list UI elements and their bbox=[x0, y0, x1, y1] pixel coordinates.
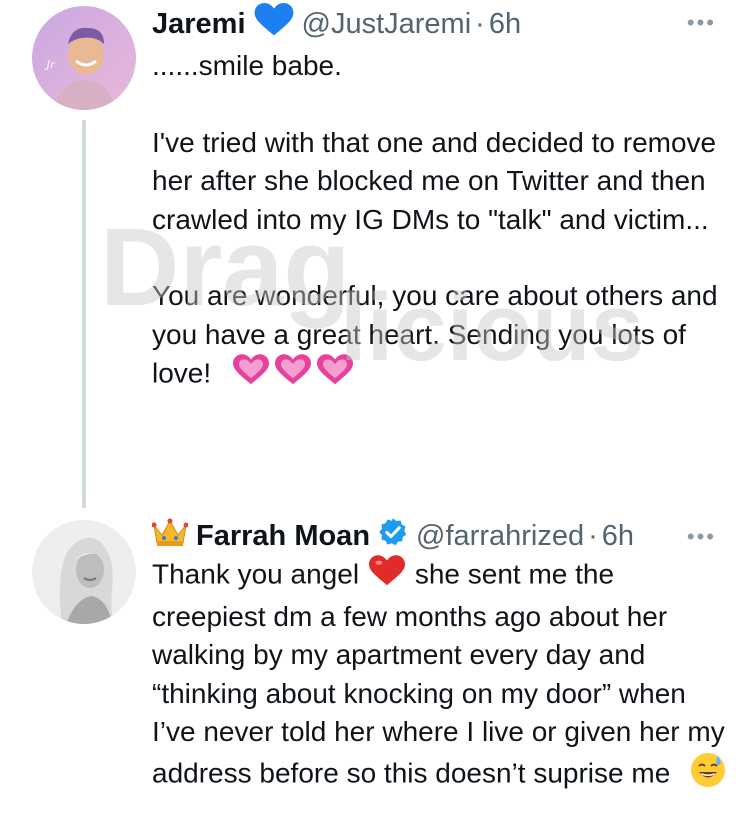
separator-dot: · bbox=[475, 7, 485, 40]
pink-heart-icon bbox=[316, 354, 353, 397]
svg-text:Jr: Jr bbox=[44, 60, 56, 71]
tweet-text: Thank you angel she sent me the creepies… bbox=[152, 555, 727, 798]
pink-heart-icon bbox=[274, 354, 311, 397]
separator-dot: · bbox=[588, 519, 598, 552]
verified-badge-icon bbox=[378, 517, 408, 555]
timestamp[interactable]: 6h bbox=[602, 520, 634, 553]
avatar[interactable]: Jr bbox=[32, 6, 136, 110]
more-options-icon[interactable]: ••• bbox=[687, 524, 716, 550]
pink-heart-icon bbox=[232, 354, 269, 397]
blue-heart-icon bbox=[254, 3, 294, 45]
red-heart-icon bbox=[368, 555, 405, 598]
tweet-line: ......smile babe. bbox=[152, 50, 342, 81]
tweet-header: Farrah Moan @farrahrized · 6h bbox=[151, 517, 634, 555]
more-options-icon[interactable]: ••• bbox=[687, 10, 716, 36]
author-name[interactable]: Farrah Moan bbox=[196, 520, 370, 553]
tweet-paragraph: I've tried with that one and decided to … bbox=[152, 126, 717, 235]
tweet-header: Jaremi @JustJaremi · 6h bbox=[152, 3, 521, 45]
author-handle[interactable]: @farrahrized bbox=[416, 520, 584, 553]
tweet-text-part: Thank you angel bbox=[152, 558, 360, 590]
tweet-paragraph: You are wonderful, you care about others… bbox=[152, 277, 727, 397]
tweet-text: ......smile babe. I've tried with that o… bbox=[152, 47, 727, 397]
tweet-farrah-moan[interactable]: Farrah Moan @farrahrized · 6h ••• Thank … bbox=[0, 508, 750, 834]
thread-line bbox=[82, 120, 86, 508]
tweet-text-part: she sent me the creepiest dm a few month… bbox=[152, 558, 725, 789]
sweat-smile-icon bbox=[690, 752, 726, 799]
tweet-jaremi[interactable]: Jr Jaremi @JustJaremi · 6h ••• ......smi… bbox=[0, 0, 750, 508]
author-handle[interactable]: @JustJaremi bbox=[302, 8, 472, 41]
author-name[interactable]: Jaremi bbox=[152, 8, 246, 41]
avatar[interactable] bbox=[32, 520, 136, 624]
tweet-paragraph: Thank you angel she sent me the creepies… bbox=[152, 555, 727, 798]
crown-icon bbox=[151, 517, 189, 555]
timestamp[interactable]: 6h bbox=[489, 8, 521, 41]
